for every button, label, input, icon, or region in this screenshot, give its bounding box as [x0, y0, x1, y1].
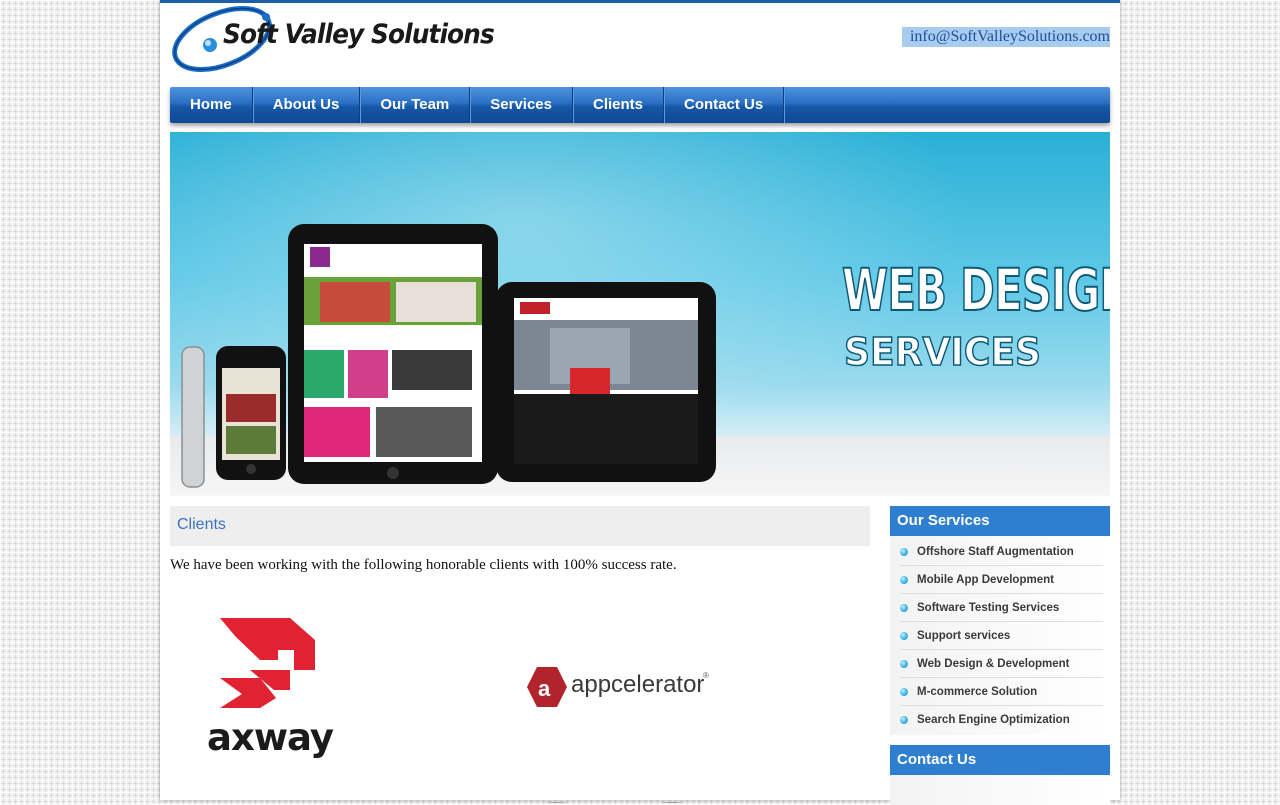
- service-label: Web Design & Development: [917, 658, 1070, 670]
- hero-banner: WEB DESIGN SERVICES: [170, 132, 1110, 496]
- bullet-icon: [900, 548, 908, 556]
- service-item[interactable]: Web Design & Development: [900, 650, 1103, 678]
- appcelerator-mark-icon: a: [527, 667, 567, 707]
- sidebar: Our Services Offshore Staff Augmentation…: [890, 506, 1110, 805]
- sidebar-contact-title: Contact Us: [890, 745, 1110, 775]
- registered-mark: ®: [703, 671, 709, 680]
- partial-logo-icon: [544, 802, 685, 803]
- axway-mark-icon: [220, 618, 315, 708]
- nav-home[interactable]: Home: [170, 87, 253, 123]
- client-logo-partial: [532, 795, 712, 803]
- page-container: Soft Valley Solutions info@SoftValleySol…: [160, 0, 1120, 805]
- service-item[interactable]: Offshore Staff Augmentation: [900, 538, 1103, 566]
- bullet-icon: [900, 576, 908, 584]
- service-item[interactable]: Search Engine Optimization: [900, 706, 1103, 733]
- bullet-icon: [900, 660, 908, 668]
- nav-services[interactable]: Services: [470, 87, 573, 123]
- logo-text: Soft Valley Solutions: [223, 19, 495, 50]
- clients-intro: We have been working with the following …: [170, 557, 677, 573]
- svg-text:a: a: [538, 676, 551, 701]
- email-link[interactable]: info@SoftValleySolutions.com: [901, 27, 1110, 47]
- banner-title: WEB DESIGN: [841, 255, 1110, 325]
- nav-our-team[interactable]: Our Team: [360, 87, 471, 123]
- service-item[interactable]: M-commerce Solution: [900, 678, 1103, 706]
- bullet-icon: [900, 716, 908, 724]
- client-logo-appcelerator: a appcelerator ®: [527, 667, 717, 707]
- bullet-icon: [900, 688, 908, 696]
- bullet-icon: [900, 632, 908, 640]
- section-title: Clients: [177, 516, 226, 533]
- service-item[interactable]: Software Testing Services: [900, 594, 1103, 622]
- main-nav: Home About Us Our Team Services Clients …: [170, 87, 1110, 123]
- nav-clients[interactable]: Clients: [573, 87, 665, 123]
- service-label: Support services: [917, 630, 1011, 642]
- service-item[interactable]: Mobile App Development: [900, 566, 1103, 594]
- sidebar-services-title: Our Services: [890, 506, 1110, 536]
- section-header: Clients: [170, 506, 870, 546]
- banner-subtitle: SERVICES: [843, 329, 1041, 375]
- services-list: Offshore Staff Augmentation Mobile App D…: [890, 536, 1110, 735]
- appcelerator-wordmark: appcelerator: [571, 671, 705, 698]
- site-logo[interactable]: Soft Valley Solutions: [170, 3, 500, 81]
- service-label: Offshore Staff Augmentation: [917, 546, 1074, 558]
- service-label: M-commerce Solution: [917, 686, 1038, 698]
- service-label: Software Testing Services: [917, 602, 1060, 614]
- service-item[interactable]: Support services: [900, 622, 1103, 650]
- sidebar-contact-body: [890, 775, 1110, 805]
- bullet-icon: [900, 604, 908, 612]
- axway-wordmark: axway: [207, 716, 334, 759]
- nav-contact-us[interactable]: Contact Us: [664, 87, 785, 123]
- service-label: Search Engine Optimization: [917, 714, 1070, 726]
- nav-about-us[interactable]: About Us: [253, 87, 361, 123]
- client-logo-axway: axway: [205, 618, 335, 763]
- service-label: Mobile App Development: [917, 574, 1054, 586]
